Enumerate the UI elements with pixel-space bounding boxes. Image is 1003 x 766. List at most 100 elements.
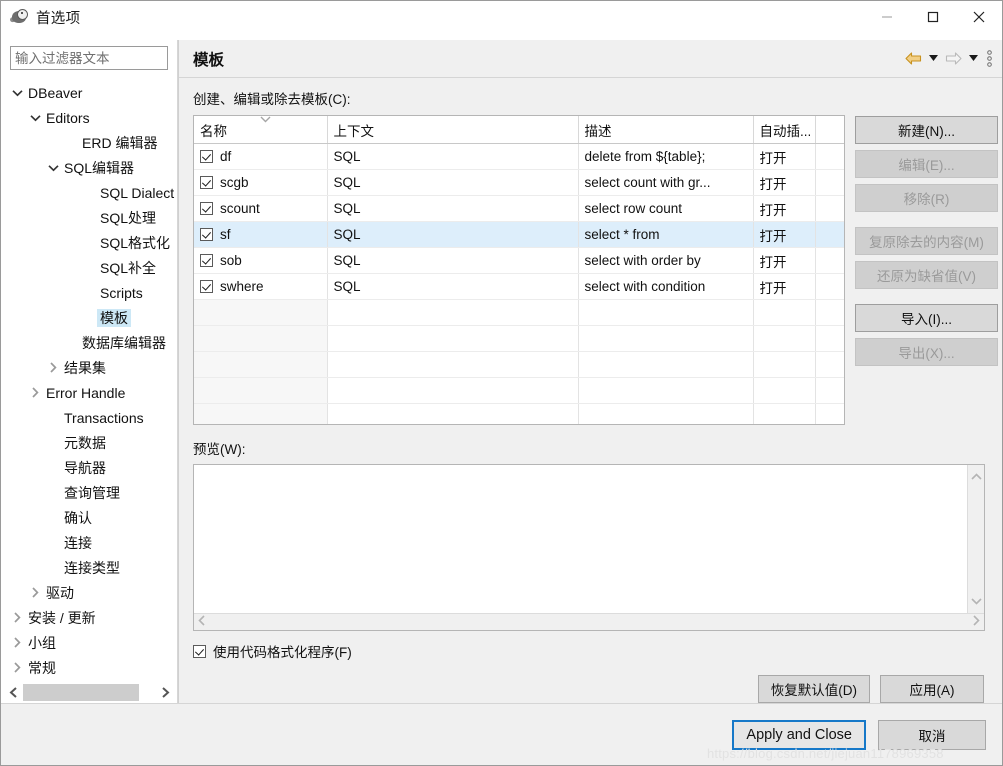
cell-description[interactable]: select with condition <box>578 274 753 300</box>
chevron-right-icon[interactable] <box>9 662 25 673</box>
side-button-0-n[interactable]: 新建(N)... <box>855 116 998 144</box>
cell-description[interactable]: select row count <box>578 196 753 222</box>
chevron-right-icon[interactable] <box>45 362 61 373</box>
tree-item-18[interactable]: 连接 <box>1 530 177 555</box>
cell-extra[interactable] <box>815 196 844 222</box>
back-dropdown-chevron-down-icon[interactable] <box>929 55 938 62</box>
cell-extra[interactable] <box>815 274 844 300</box>
row-checkbox[interactable] <box>200 254 213 267</box>
cell-autoinsert[interactable]: 打开 <box>753 144 815 170</box>
scroll-left-icon[interactable] <box>198 613 206 631</box>
maximize-button[interactable] <box>910 1 956 33</box>
apply-and-close-button[interactable]: Apply and Close <box>732 720 866 750</box>
cell-extra[interactable] <box>815 222 844 248</box>
chevron-right-icon[interactable] <box>27 587 43 598</box>
table-row[interactable]: swhereSQLselect with condition打开 <box>194 274 844 300</box>
cell-name[interactable]: sf <box>194 222 327 248</box>
tree-item-13[interactable]: Transactions <box>1 405 177 430</box>
tree-item-20[interactable]: 驱动 <box>1 580 177 605</box>
table-header-auto[interactable]: 自动插... <box>753 116 815 144</box>
tree-item-11[interactable]: 结果集 <box>1 355 177 380</box>
cell-extra[interactable] <box>815 248 844 274</box>
tree-item-5[interactable]: SQL处理 <box>1 205 177 230</box>
chevron-down-icon[interactable] <box>27 114 43 122</box>
chevron-right-icon[interactable] <box>9 637 25 648</box>
preview-vertical-scrollbar[interactable] <box>967 465 984 613</box>
row-checkbox[interactable] <box>200 150 213 163</box>
table-row[interactable]: sobSQLselect with order by打开 <box>194 248 844 274</box>
cell-context[interactable]: SQL <box>327 222 578 248</box>
close-button[interactable] <box>956 1 1002 33</box>
forward-arrow-icon[interactable] <box>945 51 962 66</box>
tree-item-2[interactable]: ERD 编辑器 <box>1 130 177 155</box>
cancel-button[interactable]: 取消 <box>878 720 986 750</box>
chevron-right-icon[interactable] <box>27 387 43 398</box>
scroll-left-icon[interactable] <box>3 684 23 702</box>
tree-horizontal-scrollbar[interactable] <box>1 681 177 703</box>
restore-defaults-button[interactable]: 恢复默认值(D) <box>758 675 870 703</box>
preview-horizontal-scrollbar[interactable] <box>194 613 984 630</box>
scroll-down-icon[interactable] <box>971 592 982 610</box>
forward-dropdown-chevron-down-icon[interactable] <box>969 55 978 62</box>
back-arrow-icon[interactable] <box>905 51 922 66</box>
cell-description[interactable]: delete from ${table}; <box>578 144 753 170</box>
tree-item-10[interactable]: 数据库编辑器 <box>1 330 177 355</box>
vertical-dots-icon[interactable] <box>987 50 992 67</box>
row-checkbox[interactable] <box>200 202 213 215</box>
cell-autoinsert[interactable]: 打开 <box>753 170 815 196</box>
minimize-button[interactable] <box>864 1 910 33</box>
cell-autoinsert[interactable]: 打开 <box>753 222 815 248</box>
cell-extra[interactable] <box>815 170 844 196</box>
cell-autoinsert[interactable]: 打开 <box>753 274 815 300</box>
cell-description[interactable]: select count with gr... <box>578 170 753 196</box>
side-button-5-i[interactable]: 导入(I)... <box>855 304 998 332</box>
preferences-tree[interactable]: DBeaverEditorsERD 编辑器SQL编辑器SQL DialectSQ… <box>1 78 177 681</box>
table-row[interactable]: sfSQLselect * from打开 <box>194 222 844 248</box>
cell-name[interactable]: scgb <box>194 170 327 196</box>
table-row[interactable]: scgbSQLselect count with gr...打开 <box>194 170 844 196</box>
row-checkbox[interactable] <box>200 280 213 293</box>
tree-item-7[interactable]: SQL补全 <box>1 255 177 280</box>
cell-autoinsert[interactable]: 打开 <box>753 196 815 222</box>
cell-context[interactable]: SQL <box>327 144 578 170</box>
scroll-right-icon[interactable] <box>155 684 175 702</box>
cell-description[interactable]: select with order by <box>578 248 753 274</box>
cell-context[interactable]: SQL <box>327 196 578 222</box>
tree-item-15[interactable]: 导航器 <box>1 455 177 480</box>
row-checkbox[interactable] <box>200 228 213 241</box>
cell-autoinsert[interactable]: 打开 <box>753 248 815 274</box>
cell-name[interactable]: scount <box>194 196 327 222</box>
filter-input[interactable] <box>11 51 167 66</box>
tree-item-1[interactable]: Editors <box>1 105 177 130</box>
tree-item-17[interactable]: 确认 <box>1 505 177 530</box>
cell-extra[interactable] <box>815 144 844 170</box>
tree-item-19[interactable]: 连接类型 <box>1 555 177 580</box>
templates-table-container[interactable]: 名称上下文描述自动插... dfSQLdelete from ${table};… <box>193 115 845 425</box>
apply-button[interactable]: 应用(A) <box>880 675 984 703</box>
table-header-name[interactable]: 名称 <box>194 116 327 144</box>
chevron-down-icon[interactable] <box>9 89 25 97</box>
tree-item-16[interactable]: 查询管理 <box>1 480 177 505</box>
cell-description[interactable]: select * from <box>578 222 753 248</box>
table-header-context[interactable]: 上下文 <box>327 116 578 144</box>
cell-name[interactable]: swhere <box>194 274 327 300</box>
tree-item-3[interactable]: SQL编辑器 <box>1 155 177 180</box>
tree-item-23[interactable]: 常规 <box>1 655 177 680</box>
tree-item-0[interactable]: DBeaver <box>1 80 177 105</box>
scroll-right-icon[interactable] <box>972 613 980 631</box>
table-header-desc[interactable]: 描述 <box>578 116 753 144</box>
row-checkbox[interactable] <box>200 176 213 189</box>
filter-field[interactable] <box>10 46 168 70</box>
tree-item-9[interactable]: 模板 <box>1 305 177 330</box>
scrollbar-track[interactable] <box>139 684 155 701</box>
tree-item-6[interactable]: SQL格式化 <box>1 230 177 255</box>
cell-name[interactable]: df <box>194 144 327 170</box>
scrollbar-thumb[interactable] <box>23 684 139 701</box>
cell-name[interactable]: sob <box>194 248 327 274</box>
tree-item-21[interactable]: 安装 / 更新 <box>1 605 177 630</box>
table-header-extra[interactable] <box>815 116 844 144</box>
chevron-right-icon[interactable] <box>9 612 25 623</box>
table-row[interactable]: dfSQLdelete from ${table};打开 <box>194 144 844 170</box>
cell-context[interactable]: SQL <box>327 274 578 300</box>
use-formatter-checkbox[interactable] <box>193 645 206 658</box>
